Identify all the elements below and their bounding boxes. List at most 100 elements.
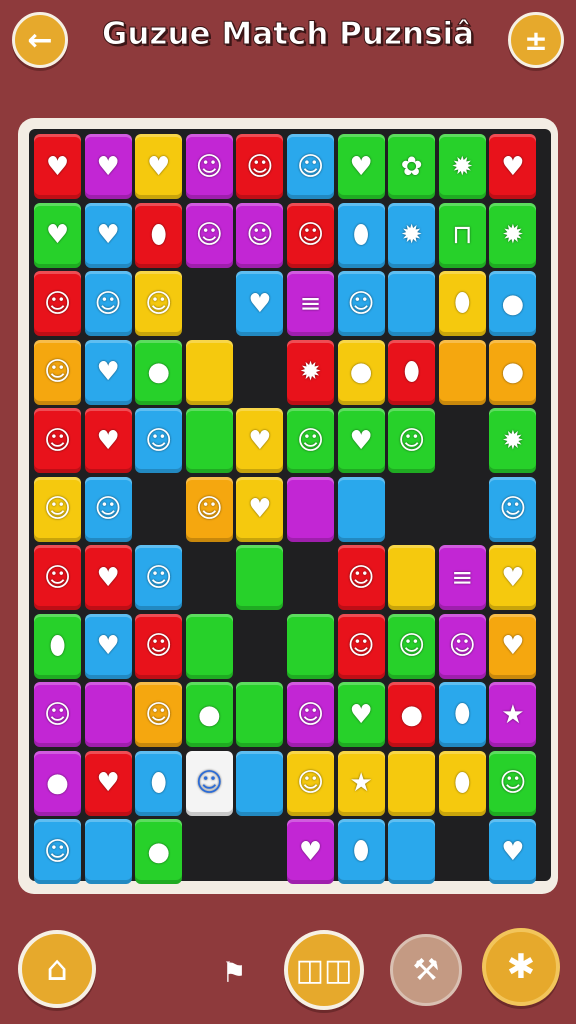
tile[interactable]: ♥	[337, 682, 385, 747]
tile[interactable]: ●	[135, 339, 183, 405]
tile[interactable]: ♥	[489, 545, 537, 610]
tile[interactable]: ☺	[34, 408, 81, 473]
tile[interactable]: ☺	[34, 339, 81, 405]
tile[interactable]: ♥	[489, 613, 537, 679]
tile[interactable]	[236, 682, 284, 747]
tile[interactable]: ♥	[337, 134, 385, 199]
flag-button[interactable]: ⚑	[212, 950, 256, 994]
tile[interactable]: ☺	[185, 134, 233, 199]
tile[interactable]: ☺	[185, 750, 233, 816]
tile[interactable]: ●	[34, 750, 81, 816]
tile[interactable]: ⬮	[337, 202, 385, 268]
tile[interactable]: ♥	[34, 134, 81, 199]
tile[interactable]: ⬮	[388, 339, 436, 405]
tile[interactable]: ✿	[388, 134, 436, 199]
tile[interactable]: ☺	[135, 271, 183, 336]
tile[interactable]: ●	[489, 339, 537, 405]
tile[interactable]: ♥	[84, 339, 132, 405]
tile[interactable]: ♥	[34, 202, 81, 268]
tile[interactable]	[185, 613, 233, 679]
tile[interactable]: ≡	[287, 271, 334, 336]
tile[interactable]: ☺	[438, 613, 486, 679]
tile[interactable]: ☺	[135, 682, 183, 747]
tile[interactable]: ♥	[236, 476, 284, 542]
tile[interactable]: ✹	[287, 339, 334, 405]
tile[interactable]: ☺	[489, 750, 537, 816]
tile[interactable]: ♥	[337, 408, 385, 473]
tile[interactable]: ✹	[489, 202, 537, 268]
tile[interactable]: ☺	[34, 271, 81, 336]
tile[interactable]: ♥	[489, 819, 537, 884]
tile[interactable]	[185, 339, 233, 405]
tile[interactable]: ☺	[34, 476, 81, 542]
tile[interactable]: ☺	[287, 750, 334, 816]
tile[interactable]: ☺	[388, 408, 436, 473]
home-button[interactable]: ⌂	[18, 930, 96, 1008]
tile[interactable]: ☺	[337, 613, 385, 679]
tile[interactable]: ●	[185, 682, 233, 747]
tile[interactable]: ⬮	[438, 750, 486, 816]
puzzle-button[interactable]: ✱	[482, 928, 560, 1006]
tile[interactable]: ☺	[135, 408, 183, 473]
tile[interactable]: ☺	[185, 476, 233, 542]
back-button[interactable]: ←	[12, 12, 68, 68]
tile[interactable]: ♥	[84, 202, 132, 268]
tile[interactable]: ♥	[287, 819, 334, 884]
tile[interactable]	[388, 750, 436, 816]
tile[interactable]	[236, 545, 284, 610]
tile[interactable]: ✹	[489, 408, 537, 473]
tile[interactable]	[388, 271, 436, 336]
tile[interactable]: ✹	[388, 202, 436, 268]
tile[interactable]: ☺	[287, 682, 334, 747]
tile[interactable]: ♥	[84, 613, 132, 679]
tile[interactable]: ♥	[84, 545, 132, 610]
tile[interactable]: ●	[388, 682, 436, 747]
tile[interactable]	[287, 613, 334, 679]
tile[interactable]: ✹	[438, 134, 486, 199]
tile[interactable]	[236, 750, 284, 816]
tile[interactable]: ☺	[236, 202, 284, 268]
tile[interactable]: ⬮	[135, 202, 183, 268]
tile[interactable]: ☺	[34, 682, 81, 747]
tile[interactable]: ☺	[388, 613, 436, 679]
tile[interactable]: ♥	[84, 134, 132, 199]
tile[interactable]: ♥	[489, 134, 537, 199]
tile[interactable]	[84, 819, 132, 884]
tile[interactable]	[388, 819, 436, 884]
tile[interactable]: ♥	[84, 408, 132, 473]
tile[interactable]: ♥	[236, 408, 284, 473]
tile[interactable]: ☺	[135, 613, 183, 679]
tile[interactable]: ☺	[287, 134, 334, 199]
tile[interactable]: ☺	[34, 545, 81, 610]
tile[interactable]: ♥	[236, 271, 284, 336]
tile[interactable]: ☺	[84, 476, 132, 542]
tile[interactable]: ≡	[438, 545, 486, 610]
tile[interactable]	[388, 545, 436, 610]
tile[interactable]: ★	[489, 682, 537, 747]
tile[interactable]: ☺	[185, 202, 233, 268]
tile[interactable]: ●	[337, 339, 385, 405]
tile[interactable]: ☺	[236, 134, 284, 199]
tile[interactable]	[438, 339, 486, 405]
tile[interactable]: ⬮	[438, 271, 486, 336]
tile[interactable]: ●	[135, 819, 183, 884]
tile[interactable]	[287, 476, 334, 542]
tile[interactable]: ⬮	[34, 613, 81, 679]
tile[interactable]: ☺	[287, 202, 334, 268]
tile[interactable]: ☺	[135, 545, 183, 610]
tile[interactable]: ☺	[287, 408, 334, 473]
menu-button[interactable]: ±	[508, 12, 564, 68]
tile[interactable]: ☺	[489, 476, 537, 542]
tile[interactable]: ⬮	[135, 750, 183, 816]
tile[interactable]: ☺	[337, 545, 385, 610]
tile[interactable]: ●	[489, 271, 537, 336]
tile[interactable]: ☺	[84, 271, 132, 336]
tile[interactable]: ⬮	[337, 819, 385, 884]
book-button[interactable]: ◫◫	[284, 930, 364, 1010]
tile[interactable]: ☺	[34, 819, 81, 884]
tile[interactable]: ★	[337, 750, 385, 816]
tile[interactable]: ♥	[84, 750, 132, 816]
tile[interactable]: ♥	[135, 134, 183, 199]
tile[interactable]: ⊓	[438, 202, 486, 268]
tile[interactable]	[337, 476, 385, 542]
